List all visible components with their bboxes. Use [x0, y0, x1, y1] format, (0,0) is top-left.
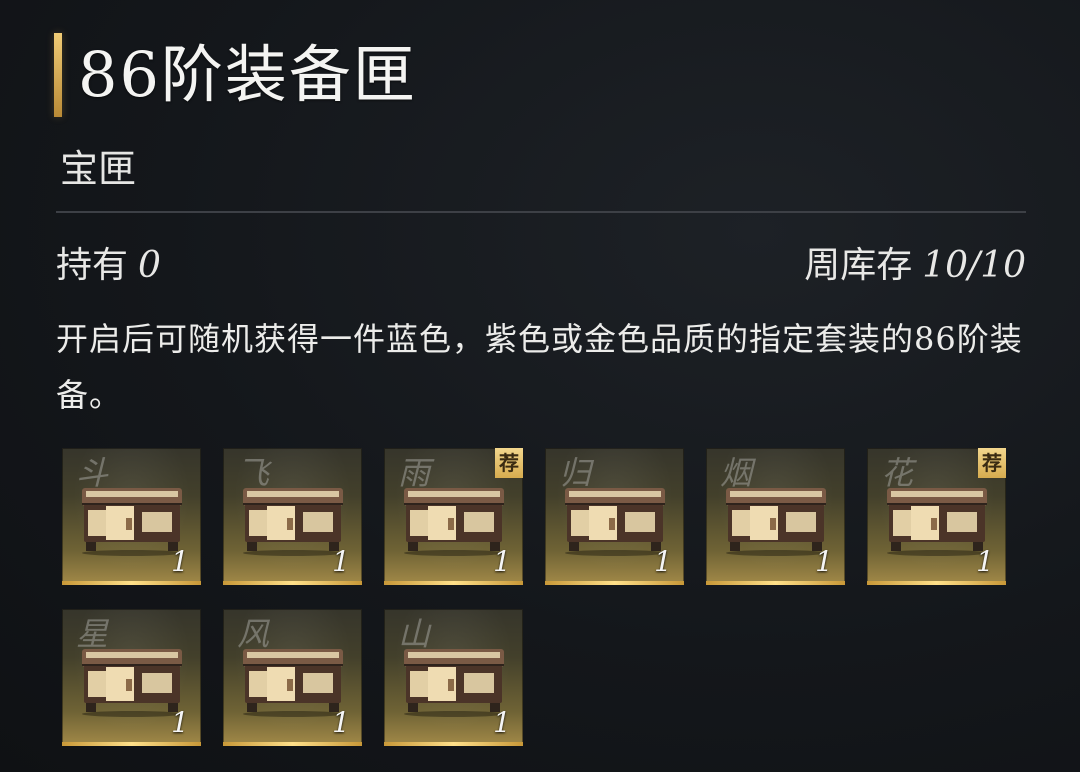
slot-quality-bar [62, 581, 201, 585]
slot-quality-bar [62, 742, 201, 746]
divider [56, 211, 1026, 213]
item-quantity: 1 [171, 545, 189, 578]
weekly-stock-value: 10/10 [922, 245, 1026, 286]
reward-slot[interactable]: 星 1 [62, 609, 201, 746]
item-quantity: 1 [815, 545, 833, 578]
reward-slot[interactable]: 花 荐 1 [867, 448, 1006, 585]
slot-quality-bar [706, 581, 845, 585]
recommended-badge: 荐 [495, 448, 523, 478]
reward-slot[interactable]: 风 1 [223, 609, 362, 746]
item-quantity: 1 [493, 706, 511, 739]
item-quantity: 1 [332, 545, 350, 578]
item-quantity: 1 [332, 706, 350, 739]
reward-slot[interactable]: 飞 1 [223, 448, 362, 585]
owned-value: 0 [138, 245, 161, 286]
item-quantity: 1 [654, 545, 672, 578]
reward-slot[interactable]: 雨 荐 1 [384, 448, 523, 585]
slot-quality-bar [223, 742, 362, 746]
item-title: 86阶装备匣 [78, 38, 417, 111]
slot-quality-bar [545, 581, 684, 585]
slot-quality-bar [384, 742, 523, 746]
slot-quality-bar [223, 581, 362, 585]
weekly-stock: 周库存 10/10 [804, 243, 1026, 289]
reward-grid: 斗 1 飞 1 雨 荐 1 归 1 烟 1 花 荐 1 星 1 风 1 山 1 [62, 448, 1022, 746]
item-category: 宝匣 [60, 147, 137, 191]
weekly-stock-label: 周库存 [804, 245, 913, 286]
recommended-badge: 荐 [978, 448, 1006, 478]
slot-quality-bar [867, 581, 1006, 585]
reward-slot[interactable]: 烟 1 [706, 448, 845, 585]
item-quantity: 1 [976, 545, 994, 578]
item-quantity: 1 [493, 545, 511, 578]
slot-quality-bar [384, 581, 523, 585]
item-quantity: 1 [171, 706, 189, 739]
owned-count: 持有 0 [56, 243, 161, 289]
owned-label: 持有 [56, 245, 129, 286]
item-description: 开启后可随机获得一件蓝色，紫色或金色品质的指定套装的86阶装备。 [56, 320, 1023, 414]
reward-slot[interactable]: 斗 1 [62, 448, 201, 585]
reward-slot[interactable]: 归 1 [545, 448, 684, 585]
reward-slot[interactable]: 山 1 [384, 609, 523, 746]
title-accent-bar [54, 33, 62, 117]
